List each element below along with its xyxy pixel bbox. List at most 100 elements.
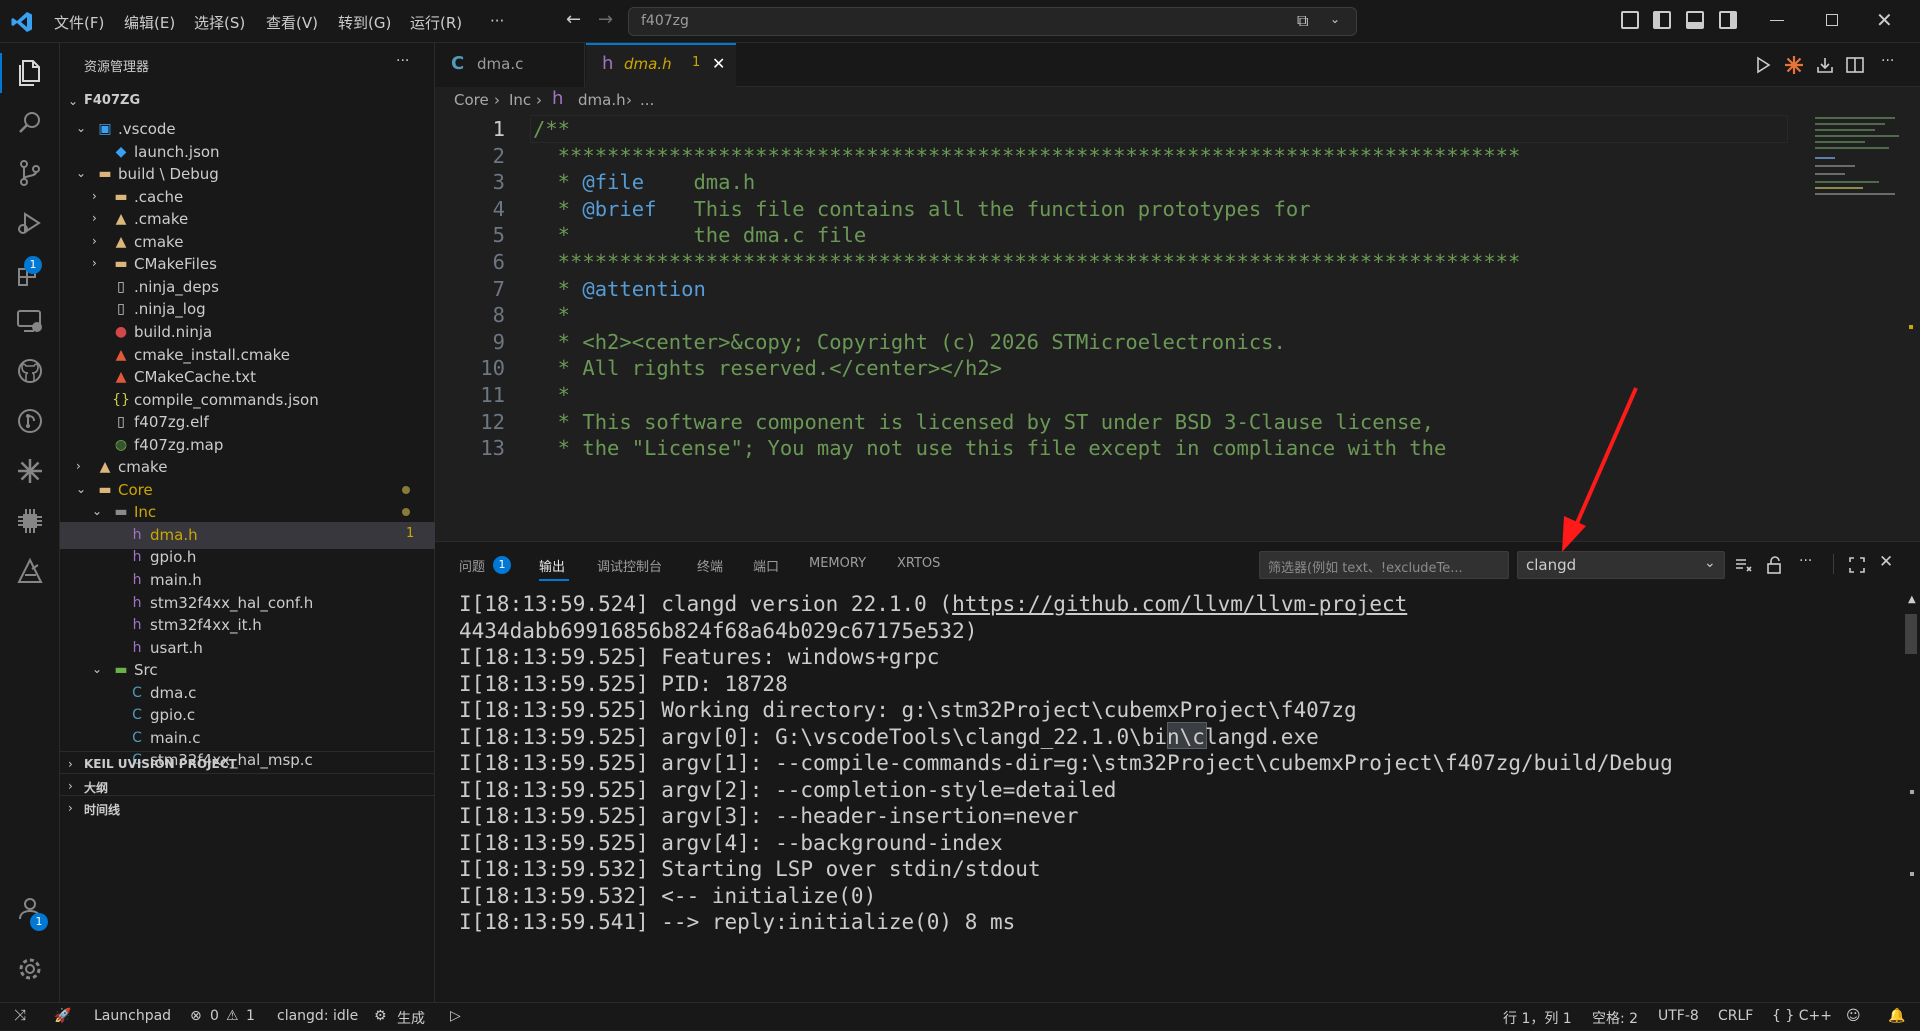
chevron-down-icon[interactable]: ⌄ (1330, 12, 1340, 26)
clear-output-icon[interactable] (1733, 555, 1753, 575)
panel-tab[interactable]: 输出 (539, 556, 565, 575)
warning-icon[interactable]: ⚠ (226, 1008, 239, 1024)
search-icon[interactable] (14, 107, 46, 139)
breadcrumb-core[interactable]: Core (454, 91, 489, 109)
gitlens-icon[interactable] (14, 405, 46, 437)
nav-back-button[interactable]: ← (566, 9, 581, 30)
menu-item[interactable]: 转到(G) (338, 12, 391, 33)
cursor-position[interactable]: 行 1，列 1 (1503, 1008, 1572, 1028)
close-tab-icon[interactable]: ✕ (712, 54, 725, 73)
remote-explorer-icon[interactable] (14, 305, 46, 337)
comment-text: This file contains all the function prot… (656, 196, 1311, 221)
clangd-status[interactable]: clangd: idle (277, 1008, 358, 1024)
chevron-right-icon[interactable]: › (92, 211, 97, 225)
asterisk-extension-icon[interactable] (14, 455, 46, 487)
line-number: 5 (492, 223, 505, 248)
language-mode[interactable]: { } C++ (1772, 1008, 1832, 1024)
panel-tab[interactable]: 问题 (459, 556, 485, 575)
split-editor-icon[interactable] (1845, 55, 1865, 75)
notifications-bell-icon[interactable]: 🔔 (1888, 1008, 1905, 1024)
explorer-icon[interactable] (14, 57, 46, 89)
toggle-sidebar-icon[interactable] (1653, 11, 1671, 29)
menu-item[interactable]: 文件(F) (54, 12, 104, 33)
chevron-right-icon[interactable]: › (92, 189, 97, 203)
chevron-down-icon[interactable]: ⌄ (76, 482, 86, 496)
chevron-right-icon[interactable]: › (76, 459, 81, 473)
close-window-button[interactable]: ✕ (1876, 8, 1893, 32)
source-control-icon[interactable] (14, 157, 46, 189)
error-icon[interactable]: ⊗ (190, 1008, 202, 1024)
toggle-panel-icon[interactable] (1686, 11, 1704, 29)
tab-dma-c[interactable]: C dma.c (435, 43, 585, 87)
lock-scroll-icon[interactable] (1765, 555, 1785, 575)
menu-item[interactable]: 编辑(E) (124, 12, 175, 33)
panel-divider (1833, 554, 1834, 574)
build-gear-icon[interactable]: ⚙ (374, 1008, 387, 1024)
encoding[interactable]: UTF-8 (1658, 1008, 1699, 1024)
panel-tab[interactable]: 调试控制台 (597, 556, 662, 575)
copilot-icon[interactable]: ⧉ (1297, 11, 1308, 31)
chevron-right-icon[interactable]: › (92, 234, 97, 248)
minimap[interactable] (1803, 115, 1913, 541)
toggle-secondary-sidebar-icon[interactable] (1719, 11, 1737, 29)
chevron-down-icon[interactable]: ⌄ (92, 504, 102, 518)
run-icon[interactable]: ▷ (450, 1008, 461, 1024)
chevron-right-icon[interactable]: › (92, 256, 97, 270)
deploy-icon[interactable] (14, 555, 46, 587)
output-scrollbar[interactable]: ▲ (1904, 590, 1918, 1000)
copilot-status-icon[interactable]: ☺ (1846, 1008, 1861, 1024)
breadcrumb-inc[interactable]: Inc (509, 91, 531, 109)
maximize-panel-icon[interactable] (1847, 555, 1867, 575)
menu-item[interactable]: 运行(R) (410, 12, 462, 33)
url-link[interactable]: https://github.com/llvm/llvm-project (952, 592, 1407, 616)
panel-tab[interactable]: XRTOS (897, 556, 940, 571)
output-filter-input[interactable]: 筛选器(例如 text、!excludeTe... (1259, 551, 1509, 579)
panel-tab[interactable]: 终端 (697, 556, 723, 575)
breadcrumb-file[interactable]: dma.h (578, 91, 626, 109)
code-editor[interactable]: 1/** 2 **********************************… (435, 115, 1920, 541)
editor-more-button[interactable]: ··· (1881, 53, 1894, 69)
command-center-search[interactable]: f407zg ⧉ ⌄ (628, 7, 1357, 36)
tab-dma-h[interactable]: h dma.h 1 ✕ (586, 43, 736, 87)
warning-count[interactable]: 1 (246, 1008, 255, 1024)
inc-folder-icon: ▬ (114, 504, 128, 521)
section-label: 时间线 (84, 803, 121, 817)
panel-tab[interactable]: 端口 (753, 556, 779, 575)
menu-item[interactable]: 选择(S) (194, 12, 245, 33)
launchpad-icon[interactable]: 🚀 (54, 1008, 71, 1024)
output-line: I[18:13:59.525] argv[4]: --background-in… (459, 830, 1003, 855)
error-count[interactable]: 0 (210, 1008, 219, 1024)
download-icon[interactable] (1815, 55, 1835, 75)
doc-tag: @file (582, 170, 645, 195)
sidebar-section[interactable]: › 时间线 (60, 795, 435, 822)
panel-more-button[interactable]: ··· (1799, 553, 1812, 569)
chevron-down-icon[interactable]: ⌄ (92, 662, 102, 676)
menu-more-button[interactable]: ··· (490, 12, 504, 30)
chevron-down-icon[interactable]: ⌄ (76, 121, 86, 135)
output-view[interactable]: I[18:13:59.524] clangd version 22.1.0 (h… (459, 590, 1869, 1000)
chip-icon[interactable] (14, 505, 46, 537)
launchpad-label[interactable]: Launchpad (94, 1008, 171, 1024)
asterisk-action-icon[interactable] (1784, 55, 1804, 75)
run-debug-icon[interactable] (14, 207, 46, 239)
customize-layout-icon[interactable] (1621, 11, 1639, 29)
line-ending[interactable]: CRLF (1718, 1008, 1753, 1024)
github-icon[interactable] (14, 355, 46, 387)
workspace-root[interactable]: ⌄ F407ZG (60, 89, 435, 116)
panel-tab[interactable]: MEMORY (809, 556, 866, 571)
indentation[interactable]: 空格: 2 (1592, 1008, 1638, 1028)
restore-button[interactable] (1826, 14, 1838, 26)
gear-icon[interactable] (14, 953, 46, 985)
minimize-button[interactable] (1770, 20, 1784, 21)
h-icon: h (132, 526, 142, 543)
remote-indicator[interactable]: ⤨ (0, 1003, 44, 1031)
chevron-down-icon[interactable]: ⌄ (76, 166, 86, 180)
breadcrumb-symbol[interactable]: ... (640, 91, 654, 109)
annotation-arrow (1562, 387, 1638, 552)
nav-forward-button[interactable]: → (598, 9, 613, 30)
run-file-icon[interactable] (1753, 55, 1773, 75)
close-panel-icon[interactable]: ✕ (1879, 552, 1893, 572)
build-label[interactable]: 生成 (397, 1008, 425, 1028)
sidebar-more-button[interactable]: ··· (396, 53, 409, 69)
menu-item[interactable]: 查看(V) (266, 12, 318, 33)
